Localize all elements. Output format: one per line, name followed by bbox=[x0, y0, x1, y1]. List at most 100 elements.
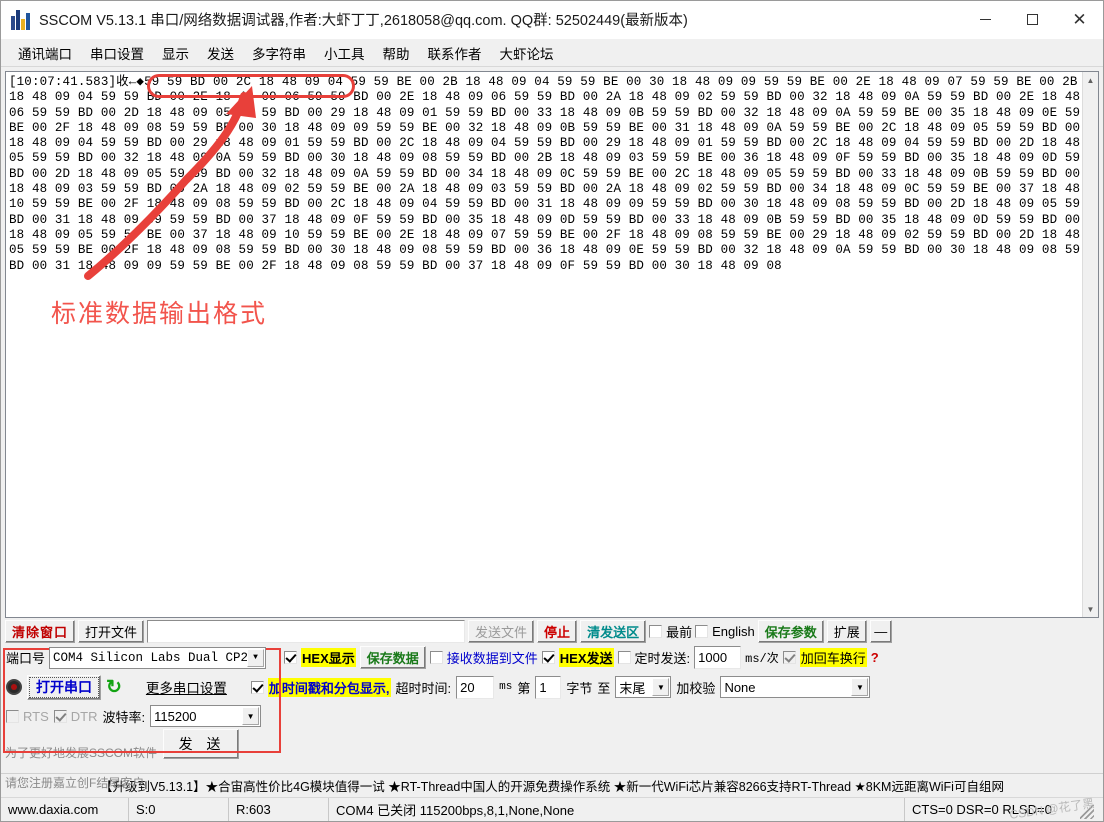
status-sent: S:0 bbox=[129, 798, 229, 821]
close-icon: ✕ bbox=[1072, 10, 1087, 29]
send-file-button[interactable]: 发送文件 bbox=[468, 620, 535, 643]
byte-index-input[interactable] bbox=[535, 675, 562, 699]
status-bar: www.daxia.com S:0 R:603 COM4 已关闭 115200b… bbox=[1, 796, 1103, 822]
open-file-button[interactable]: 打开文件 bbox=[78, 620, 145, 643]
english-checkbox[interactable]: English bbox=[695, 624, 755, 639]
receive-line: [10:07:41.583]收←◆59 59 BD 00 2C 18 48 09… bbox=[9, 75, 1078, 89]
close-button[interactable]: ✕ bbox=[1056, 1, 1103, 39]
register-notice-line2: 请您注册嘉立创F结尾客户 bbox=[5, 776, 145, 790]
recv-to-file-checkbox-box[interactable] bbox=[429, 651, 443, 664]
menu-item-help[interactable]: 帮助 bbox=[374, 40, 419, 66]
baud-row: RTS DTR 波特率: 115200 ▼ bbox=[1, 703, 1103, 729]
rts-checkbox-box[interactable] bbox=[6, 709, 19, 723]
stop-button[interactable]: 停止 bbox=[537, 620, 578, 643]
topmost-checkbox[interactable]: 最前 bbox=[649, 622, 692, 641]
timestamp-pack-label: 加时间戳和分包显示, bbox=[267, 677, 391, 697]
minimize-icon bbox=[980, 19, 991, 20]
menu-item-contact[interactable]: 联系作者 bbox=[419, 40, 491, 66]
port-select[interactable]: COM4 Silicon Labs Dual CP2 ▼ bbox=[49, 646, 267, 669]
expand-button[interactable]: 扩展 bbox=[826, 620, 867, 643]
promo-text: 【升级到V5.13.1】★合宙高性价比4G模块值得一试 ★RT-Thread中国… bbox=[100, 780, 1004, 794]
timed-send-checkbox[interactable]: 定时发送: bbox=[617, 648, 691, 667]
scroll-down-icon[interactable]: ▼ bbox=[1082, 601, 1098, 617]
send-file-row: 清除窗口 打开文件 发送文件 停止 清发送区 最前 English 保存参数 扩… bbox=[1, 618, 1103, 644]
status-signals-text: CTS=0 DSR=0 RLSD=0 bbox=[912, 802, 1052, 817]
send-button[interactable]: 发 送 bbox=[163, 729, 240, 759]
dtr-label: DTR bbox=[70, 708, 98, 724]
save-data-button[interactable]: 保存数据 bbox=[359, 646, 426, 669]
menu-item-tools[interactable]: 小工具 bbox=[315, 40, 374, 66]
port-select-value: COM4 Silicon Labs Dual CP2 bbox=[53, 650, 249, 665]
title-bar: SSCOM V5.13.1 串口/网络数据调试器,作者:大虾丁丁,2618058… bbox=[1, 1, 1103, 39]
status-site[interactable]: www.daxia.com bbox=[1, 798, 129, 821]
timestamp-pack-checkbox[interactable]: 加时间戳和分包显示, bbox=[250, 677, 391, 697]
english-checkbox-box[interactable] bbox=[695, 625, 709, 638]
chevron-down-icon-3[interactable]: ▼ bbox=[851, 678, 869, 696]
checksum-select[interactable]: None ▼ bbox=[720, 676, 871, 698]
rts-checkbox[interactable]: RTS bbox=[6, 709, 49, 724]
receive-line: 05 59 59 BE 00 2F 18 48 09 08 59 59 BD 0… bbox=[9, 243, 1082, 258]
timeout-input[interactable] bbox=[456, 675, 495, 699]
chevron-down-icon[interactable]: ▼ bbox=[247, 648, 265, 667]
chevron-down-icon-2[interactable]: ▼ bbox=[652, 678, 670, 696]
menu-item-display[interactable]: 显示 bbox=[153, 40, 198, 66]
recv-to-file-checkbox[interactable]: 接收数据到文件 bbox=[429, 648, 538, 667]
add-crlf-label: 加回车换行 bbox=[799, 648, 867, 667]
more-port-settings-link[interactable]: 更多串口设置 bbox=[146, 677, 227, 697]
receive-text[interactable]: [10:07:41.583]收←◆59 59 BD 00 2C 18 48 09… bbox=[6, 72, 1082, 617]
resize-grip-icon[interactable] bbox=[1080, 805, 1094, 819]
chevron-down-icon-4[interactable]: ▼ bbox=[242, 707, 260, 725]
dtr-checkbox-box[interactable] bbox=[53, 709, 67, 723]
promo-bar[interactable]: 【升级到V5.13.1】★合宙高性价比4G模块值得一试 ★RT-Thread中国… bbox=[1, 773, 1103, 797]
receive-scrollbar[interactable]: ▲ ▼ bbox=[1082, 72, 1098, 617]
english-label: English bbox=[712, 624, 755, 639]
menu-bar: 通讯端口 串口设置 显示 发送 多字符串 小工具 帮助 联系作者 大虾论坛 bbox=[1, 39, 1103, 67]
maximize-button[interactable] bbox=[1009, 1, 1056, 39]
minus-button[interactable]: — bbox=[869, 620, 892, 643]
hex-display-checkbox[interactable]: HEX显示 bbox=[284, 648, 356, 667]
refresh-ports-icon[interactable]: ↻ bbox=[106, 678, 122, 697]
hex-display-checkbox-box[interactable] bbox=[284, 651, 298, 664]
receive-area[interactable]: [10:07:41.583]收←◆59 59 BD 00 2C 18 48 09… bbox=[5, 71, 1099, 618]
hex-send-checkbox[interactable]: HEX发送 bbox=[541, 648, 614, 667]
menu-item-forum[interactable]: 大虾论坛 bbox=[491, 40, 563, 66]
menu-item-comm-port[interactable]: 通讯端口 bbox=[9, 40, 81, 66]
add-crlf-checkbox[interactable]: 加回车换行 bbox=[782, 648, 867, 667]
receive-line: 10 59 59 BE 00 2F 18 48 09 08 59 59 BD 0… bbox=[9, 197, 1082, 212]
checksum-select-value: None bbox=[724, 679, 756, 695]
menu-item-send[interactable]: 发送 bbox=[198, 40, 243, 66]
receive-line: 05 59 59 BD 00 32 18 48 09 0A 59 59 BD 0… bbox=[9, 151, 1082, 166]
timed-send-label: 定时发送: bbox=[634, 651, 691, 666]
help-icon[interactable]: ? bbox=[871, 650, 879, 665]
timeout-label: 超时时间: bbox=[395, 680, 452, 696]
end-byte-select-value: 末尾 bbox=[619, 680, 646, 696]
byte-label: 字节 bbox=[566, 680, 593, 696]
status-led-icon bbox=[6, 679, 22, 695]
app-logo-icon bbox=[11, 9, 31, 30]
baud-select[interactable]: 115200 ▼ bbox=[150, 705, 262, 727]
save-param-button[interactable]: 保存参数 bbox=[757, 620, 824, 643]
hex-send-label: HEX发送 bbox=[558, 648, 614, 667]
timed-send-checkbox-box[interactable] bbox=[617, 651, 631, 664]
menu-item-multistring[interactable]: 多字符串 bbox=[243, 40, 315, 66]
timed-send-interval-input[interactable] bbox=[694, 646, 742, 669]
port-label: 端口号 bbox=[6, 651, 46, 666]
ms-label: ms bbox=[499, 681, 513, 693]
clear-send-area-button[interactable]: 清发送区 bbox=[580, 620, 647, 643]
add-crlf-checkbox-box[interactable] bbox=[782, 651, 796, 664]
minimize-button[interactable] bbox=[962, 1, 1009, 39]
receive-line: 18 48 09 04 59 59 BD 00 2E 18 48 09 06 5… bbox=[9, 90, 1082, 105]
menu-item-port-config[interactable]: 串口设置 bbox=[81, 40, 153, 66]
open-port-button[interactable]: 打开串口 bbox=[27, 674, 101, 700]
clear-window-button[interactable]: 清除窗口 bbox=[5, 620, 76, 643]
end-byte-select[interactable]: 末尾 ▼ bbox=[615, 676, 672, 698]
file-path-input[interactable] bbox=[147, 620, 466, 643]
dtr-checkbox[interactable]: DTR bbox=[53, 708, 98, 724]
timestamp-pack-checkbox-box[interactable] bbox=[250, 680, 264, 694]
scroll-up-icon[interactable]: ▲ bbox=[1082, 72, 1098, 88]
port-row: 端口号 COM4 Silicon Labs Dual CP2 ▼ HEX显示 保… bbox=[1, 644, 1103, 671]
register-notice: 为了更好地发展SSCOM软件 请您注册嘉立创F结尾客户 bbox=[5, 729, 157, 791]
receive-line: BD 00 31 18 48 09 09 59 59 BE 00 2F 18 4… bbox=[9, 258, 782, 273]
topmost-checkbox-box[interactable] bbox=[649, 625, 663, 638]
hex-send-checkbox-box[interactable] bbox=[541, 651, 555, 664]
